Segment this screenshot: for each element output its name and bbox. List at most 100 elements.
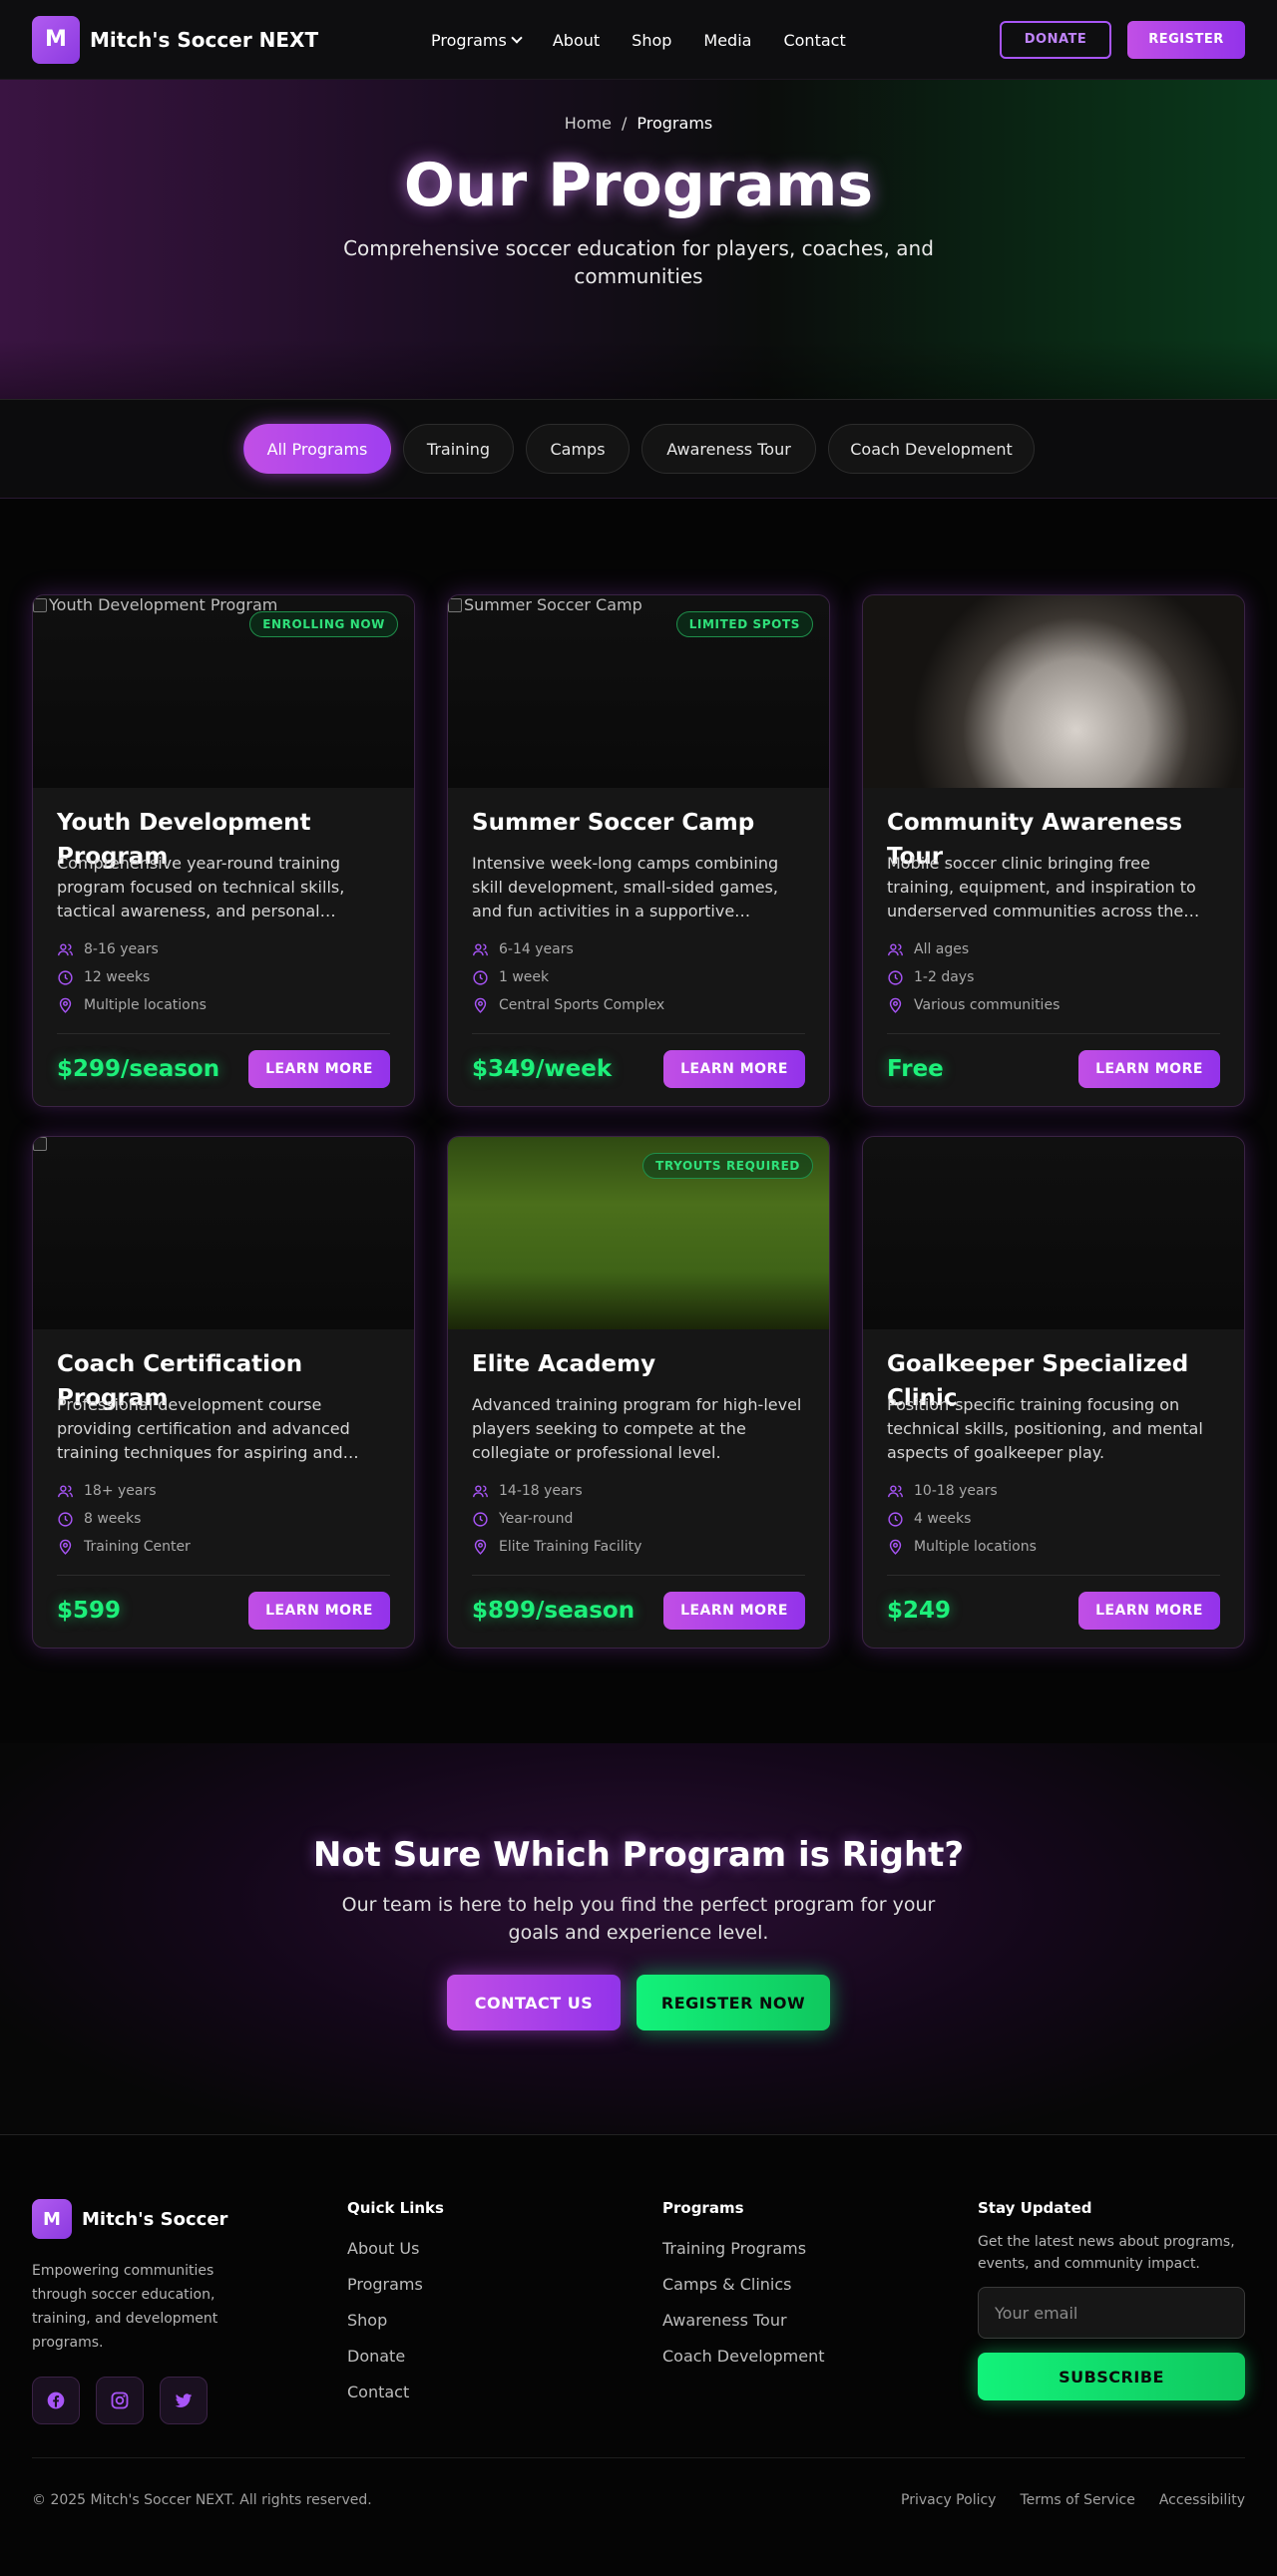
brand-name[interactable]: Mitch's Soccer NEXT bbox=[90, 28, 318, 52]
broken-image-icon bbox=[33, 1137, 47, 1151]
learn-more-button[interactable]: LEARN MORE bbox=[663, 1592, 805, 1630]
learn-more-button[interactable]: LEARN MORE bbox=[663, 1050, 805, 1088]
filter-training[interactable]: Training bbox=[403, 424, 514, 474]
program-title[interactable]: Elite Academy bbox=[472, 1347, 805, 1381]
terms-of-service-link[interactable]: Terms of Service bbox=[1020, 2492, 1134, 2508]
program-title[interactable]: Coach Certification Program bbox=[57, 1347, 390, 1411]
logo-icon[interactable]: M bbox=[32, 15, 80, 64]
facebook-icon[interactable] bbox=[32, 2377, 80, 2424]
program-title[interactable]: Community Awareness Tour bbox=[887, 806, 1220, 870]
footer-link-awareness-tour[interactable]: Awareness Tour bbox=[662, 2311, 825, 2331]
meta-age-text: 8-16 years bbox=[84, 941, 159, 957]
footer-brand[interactable]: M Mitch's Soccer bbox=[32, 2199, 271, 2239]
nav-contact[interactable]: Contact bbox=[783, 31, 845, 50]
meta-duration: 8 weeks bbox=[57, 1505, 390, 1533]
register-now-button[interactable]: REGISTER NOW bbox=[637, 1975, 830, 2030]
meta-duration-text: 4 weeks bbox=[914, 1511, 972, 1527]
filter-all-programs[interactable]: All Programs bbox=[243, 424, 391, 474]
meta-location-text: Various communities bbox=[914, 997, 1061, 1013]
program-meta: 10-18 years 4 weeks Multiple locations bbox=[887, 1477, 1220, 1561]
program-card-community-awareness-tour: Community Awareness Tour Mobile soccer c… bbox=[862, 594, 1245, 1107]
program-description: Mobile soccer clinic bringing free train… bbox=[887, 854, 1196, 920]
instagram-icon[interactable] bbox=[96, 2377, 144, 2424]
footer-link-programs[interactable]: Programs bbox=[347, 2275, 444, 2295]
program-image bbox=[863, 1137, 1244, 1329]
program-card-elite-academy: TRYOUTS REQUIRED Elite Academy Advanced … bbox=[447, 1136, 830, 1649]
status-badge: TRYOUTS REQUIRED bbox=[642, 1153, 813, 1179]
footer-link-shop[interactable]: Shop bbox=[347, 2311, 444, 2331]
program-card-body: Coach Certification Program Professional… bbox=[33, 1329, 414, 1630]
program-image-alt: Summer Soccer Camp bbox=[448, 595, 642, 614]
footer-newsletter: Stay Updated Get the latest news about p… bbox=[978, 2199, 1277, 2400]
learn-more-button[interactable]: LEARN MORE bbox=[1078, 1050, 1220, 1088]
footer-logo-icon[interactable]: M bbox=[32, 2199, 72, 2239]
meta-duration: Year-round bbox=[472, 1505, 805, 1533]
footer-link-training-programs[interactable]: Training Programs bbox=[662, 2239, 825, 2259]
meta-location-text: Training Center bbox=[84, 1539, 191, 1555]
footer-link-about-us[interactable]: About Us bbox=[347, 2239, 444, 2259]
filter-camps[interactable]: Camps bbox=[526, 424, 630, 474]
program-title[interactable]: Summer Soccer Camp bbox=[472, 806, 805, 840]
program-card-footer: $349/week LEARN MORE bbox=[472, 1033, 805, 1088]
nav-links: Programs About Shop Media Contact bbox=[431, 0, 846, 80]
program-card-coach-certification: Coach Certification Program Professional… bbox=[32, 1136, 415, 1649]
users-icon bbox=[473, 1484, 488, 1497]
clock-icon bbox=[58, 1511, 73, 1527]
program-card-footer: Free LEARN MORE bbox=[887, 1033, 1220, 1088]
nav-about[interactable]: About bbox=[553, 31, 600, 50]
meta-age: 8-16 years bbox=[57, 935, 390, 963]
filter-awareness-tour[interactable]: Awareness Tour bbox=[641, 424, 816, 474]
meta-duration: 4 weeks bbox=[887, 1505, 1220, 1533]
meta-age-text: 10-18 years bbox=[914, 1483, 998, 1499]
nav-media[interactable]: Media bbox=[703, 31, 751, 50]
program-filter-bar: All Programs Training Camps Awareness To… bbox=[0, 399, 1277, 499]
footer: M Mitch's Soccer Empowering communities … bbox=[0, 2135, 1277, 2576]
map-pin-icon bbox=[59, 1539, 72, 1555]
subscribe-button[interactable]: SUBSCRIBE bbox=[978, 2353, 1245, 2400]
email-field[interactable] bbox=[978, 2287, 1245, 2339]
map-pin-icon bbox=[889, 997, 902, 1013]
footer-link-camps-clinics[interactable]: Camps & Clinics bbox=[662, 2275, 825, 2295]
filter-coach-development[interactable]: Coach Development bbox=[828, 424, 1035, 474]
breadcrumb: Home / Programs bbox=[565, 114, 712, 133]
cta-buttons: CONTACT US REGISTER NOW bbox=[447, 1975, 830, 2030]
twitter-icon[interactable] bbox=[160, 2377, 208, 2424]
meta-age: 6-14 years bbox=[472, 935, 805, 963]
programs-list: Training Programs Camps & Clinics Awaren… bbox=[662, 2239, 825, 2367]
program-title[interactable]: Youth Development Program bbox=[57, 806, 390, 870]
footer-link-contact[interactable]: Contact bbox=[347, 2383, 444, 2402]
footer-link-coach-development[interactable]: Coach Development bbox=[662, 2347, 825, 2367]
accessibility-link[interactable]: Accessibility bbox=[1159, 2492, 1245, 2508]
program-card-footer: $299/season LEARN MORE bbox=[57, 1033, 390, 1088]
learn-more-button[interactable]: LEARN MORE bbox=[1078, 1592, 1220, 1630]
breadcrumb-home[interactable]: Home bbox=[565, 114, 612, 133]
status-badge: ENROLLING NOW bbox=[249, 611, 398, 637]
contact-us-button[interactable]: CONTACT US bbox=[447, 1975, 621, 2030]
donate-button[interactable]: DONATE bbox=[1000, 20, 1111, 59]
footer-about: M Mitch's Soccer Empowering communities … bbox=[32, 2199, 271, 2424]
legal-links: Privacy Policy Terms of Service Accessib… bbox=[901, 2492, 1245, 2508]
meta-duration: 1-2 days bbox=[887, 963, 1220, 991]
page-subtitle: Comprehensive soccer education for playe… bbox=[343, 236, 934, 288]
map-pin-icon bbox=[474, 1539, 487, 1555]
program-card-footer: $599 LEARN MORE bbox=[57, 1575, 390, 1630]
brand[interactable]: M Mitch's Soccer NEXT bbox=[32, 15, 318, 64]
program-title[interactable]: Goalkeeper Specialized Clinic bbox=[887, 1347, 1220, 1411]
programs-heading: Programs bbox=[662, 2199, 744, 2217]
nav-programs[interactable]: Programs bbox=[431, 31, 523, 50]
learn-more-button[interactable]: LEARN MORE bbox=[248, 1592, 390, 1630]
program-description: Intensive week-long camps combining skil… bbox=[472, 854, 779, 920]
learn-more-button[interactable]: LEARN MORE bbox=[248, 1050, 390, 1088]
privacy-policy-link[interactable]: Privacy Policy bbox=[901, 2492, 996, 2508]
meta-duration-text: 8 weeks bbox=[84, 1511, 142, 1527]
footer-brand-name[interactable]: Mitch's Soccer bbox=[82, 2209, 227, 2230]
register-button[interactable]: REGISTER bbox=[1127, 20, 1245, 59]
program-meta: 18+ years 8 weeks Training Center bbox=[57, 1477, 390, 1561]
program-image: TRYOUTS REQUIRED bbox=[448, 1137, 829, 1329]
nav-shop[interactable]: Shop bbox=[632, 31, 671, 50]
footer-quick-links: Quick Links About Us Programs Shop Donat… bbox=[347, 2199, 444, 2402]
meta-location: Elite Training Facility bbox=[472, 1533, 805, 1561]
footer-link-donate[interactable]: Donate bbox=[347, 2347, 444, 2367]
newsletter-text: Get the latest news about programs, even… bbox=[978, 2234, 1235, 2272]
nav-buttons: DONATE REGISTER bbox=[1000, 20, 1245, 59]
